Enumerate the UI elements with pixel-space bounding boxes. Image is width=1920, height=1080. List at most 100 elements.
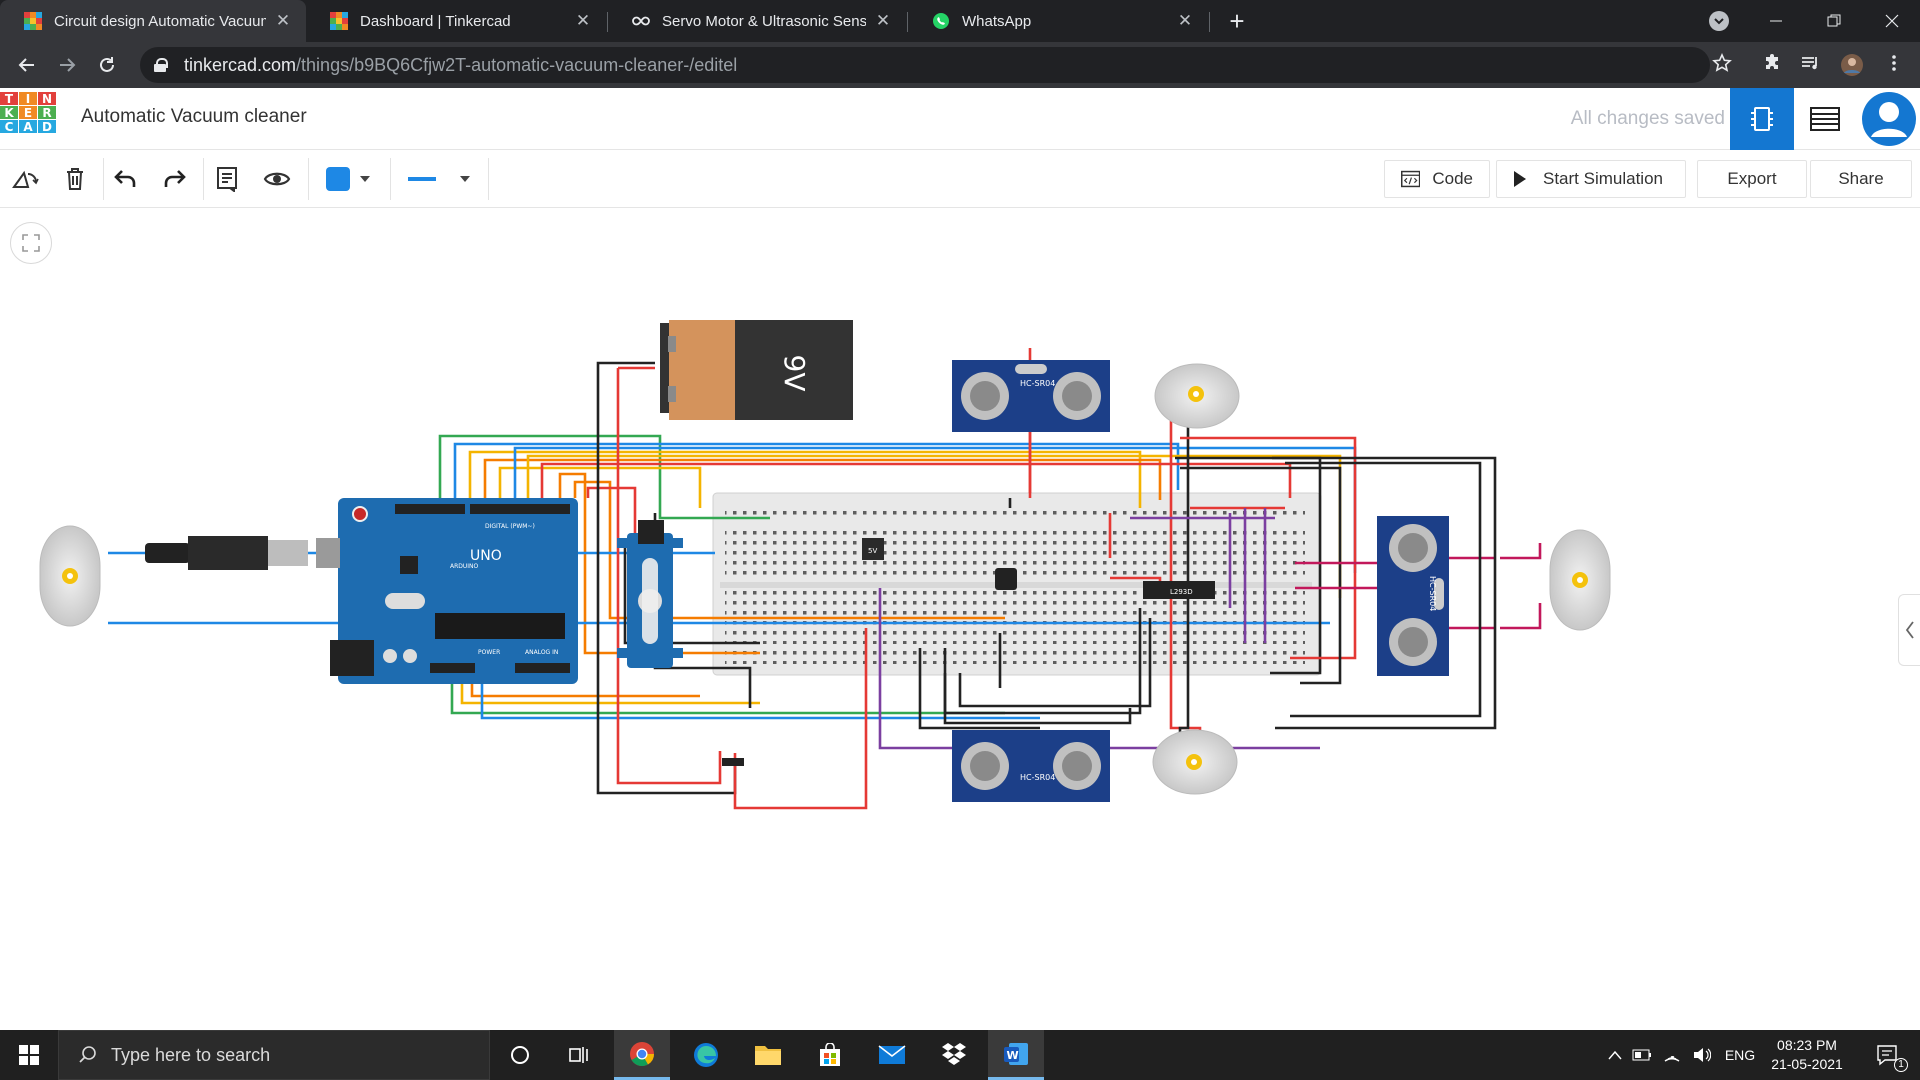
tab-servo-motor[interactable]: Servo Motor & Ultrasonic Sensor ✕ <box>608 0 906 42</box>
reload-icon[interactable] <box>92 50 122 80</box>
close-tab-icon[interactable]: ✕ <box>1176 12 1194 30</box>
component-list-button[interactable] <box>1794 88 1856 150</box>
battery-icon[interactable] <box>1630 1030 1654 1080</box>
dc-motor-left[interactable] <box>39 525 101 627</box>
dc-motor-bottom[interactable] <box>1152 729 1238 795</box>
rotate-icon[interactable] <box>8 162 42 196</box>
url-field[interactable]: tinkercad.com/things/b9BQ6Cfjw2T-automat… <box>140 47 1710 83</box>
share-button[interactable]: Share <box>1810 160 1912 198</box>
export-button[interactable]: Export <box>1697 160 1807 198</box>
chevron-down-icon <box>360 176 370 182</box>
taskbar-store[interactable] <box>802 1030 858 1080</box>
start-simulation-label: Start Simulation <box>1543 169 1663 188</box>
toolbar-divider <box>488 158 489 200</box>
tinkercad-icon <box>24 12 42 30</box>
notes-icon[interactable] <box>210 162 244 196</box>
save-status: All changes saved <box>1570 108 1725 129</box>
sensor-label: HC-SR04 <box>1428 576 1437 611</box>
close-window-icon[interactable] <box>1864 0 1920 42</box>
tray-overflow-icon[interactable] <box>1600 1030 1630 1080</box>
arduino-uno-board[interactable]: UNO ARDUINO DIGITAL (PWM~) POWER ANALOG … <box>316 498 578 684</box>
ultrasonic-sensor-right[interactable]: HC-SR04 <box>1377 516 1449 676</box>
usb-cable[interactable] <box>145 536 308 570</box>
volume-icon[interactable] <box>1690 1030 1714 1080</box>
ultrasonic-sensor-top[interactable]: HC-SR04 <box>952 360 1110 432</box>
side-panel-toggle[interactable] <box>1898 594 1920 666</box>
circuit-view-icon <box>1751 107 1773 131</box>
taskbar-word[interactable]: W <box>988 1030 1044 1080</box>
taskbar-mail[interactable] <box>864 1030 920 1080</box>
input-language[interactable]: ENG <box>1722 1030 1758 1080</box>
servo-motor[interactable] <box>617 520 683 668</box>
extensions-icon[interactable] <box>1760 53 1784 77</box>
tab-dashboard[interactable]: Dashboard | Tinkercad ✕ <box>306 0 606 42</box>
user-avatar[interactable] <box>1858 88 1920 150</box>
ultrasonic-sensor-bottom[interactable]: HC-SR04 <box>952 730 1110 802</box>
profile-avatar-icon[interactable] <box>1840 53 1864 77</box>
wire-type-picker[interactable] <box>400 162 476 196</box>
close-tab-icon[interactable]: ✕ <box>274 12 292 30</box>
share-label: Share <box>1838 169 1884 188</box>
windows-taskbar: Type here to search W ENG 08:23 PM 21-05… <box>0 1030 1920 1080</box>
logo-letter: N <box>38 92 56 106</box>
toolbar-divider <box>103 158 104 200</box>
minimize-icon[interactable] <box>1748 0 1804 42</box>
start-button[interactable] <box>0 1030 58 1080</box>
project-title[interactable]: Automatic Vacuum cleaner <box>81 106 307 128</box>
cortana-icon <box>511 1046 529 1064</box>
task-view-button[interactable] <box>552 1030 608 1080</box>
notes-visibility-icon[interactable] <box>260 162 294 196</box>
tinkercad-logo[interactable]: T I N K E R C A D <box>0 92 56 148</box>
circuit-view-button[interactable] <box>1730 88 1794 150</box>
windows-logo-icon <box>19 1045 39 1065</box>
chrome-icon <box>630 1041 654 1066</box>
notification-center-button[interactable]: 1 <box>1868 1030 1908 1080</box>
battery-9v[interactable]: 9V <box>660 320 853 420</box>
wire-color-picker[interactable] <box>318 162 378 196</box>
delete-icon[interactable] <box>58 162 92 196</box>
slide-switch[interactable] <box>722 758 744 766</box>
start-simulation-button[interactable]: Start Simulation <box>1496 160 1686 198</box>
back-icon[interactable] <box>12 50 42 80</box>
wifi-icon[interactable] <box>1660 1030 1684 1080</box>
undo-icon[interactable] <box>108 162 142 196</box>
export-label: Export <box>1727 169 1777 188</box>
restore-icon[interactable] <box>1806 0 1862 42</box>
arduino-label: UNO <box>470 548 502 564</box>
taskbar-dropbox[interactable] <box>926 1030 982 1080</box>
user-icon <box>1862 92 1916 146</box>
tab-search-icon[interactable] <box>1709 11 1729 31</box>
code-button[interactable]: Code <box>1384 160 1490 198</box>
motor-driver-l293d[interactable]: L293D <box>1143 581 1215 599</box>
url-path: /things/b9BQ6Cfjw2T-automatic-vacuum-cle… <box>296 54 738 75</box>
transistor[interactable] <box>995 568 1017 590</box>
chevron-left-icon <box>1905 621 1914 639</box>
tinkercad-icon <box>330 12 348 30</box>
taskbar-search-box[interactable]: Type here to search <box>58 1030 490 1080</box>
bookmark-star-icon[interactable] <box>1710 53 1734 77</box>
voltage-regulator[interactable]: 5V <box>862 538 884 560</box>
taskbar-edge[interactable] <box>678 1030 734 1080</box>
taskbar-file-explorer[interactable] <box>740 1030 796 1080</box>
media-control-icon[interactable] <box>1798 53 1822 77</box>
search-icon <box>79 1046 96 1063</box>
toolbar-divider <box>390 158 391 200</box>
task-view-icon <box>569 1047 588 1063</box>
taskbar-clock[interactable]: 08:23 PM 21-05-2021 <box>1762 1036 1852 1074</box>
notification-count: 1 <box>1894 1058 1908 1072</box>
close-tab-icon[interactable]: ✕ <box>874 12 892 30</box>
sensor-label: HC-SR04 <box>1020 773 1055 782</box>
close-tab-icon[interactable]: ✕ <box>574 12 592 30</box>
tab-whatsapp[interactable]: WhatsApp ✕ <box>908 0 1208 42</box>
cortana-button[interactable] <box>492 1030 548 1080</box>
dc-motor-top[interactable] <box>1154 363 1240 429</box>
redo-icon[interactable] <box>158 162 192 196</box>
taskbar-chrome[interactable] <box>614 1030 670 1080</box>
tab-circuit-design[interactable]: Circuit design Automatic Vacuum ✕ <box>0 0 306 42</box>
circuit-canvas[interactable]: 9V UNO ARDUINO DIGITAL (PWM~) POWER ANAL… <box>0 208 1920 1030</box>
new-tab-button[interactable]: + <box>1222 6 1252 36</box>
dc-motor-right[interactable] <box>1549 529 1611 631</box>
browser-menu-icon[interactable] <box>1882 53 1906 77</box>
forward-icon[interactable] <box>52 50 82 80</box>
tab-title: WhatsApp <box>962 12 1032 30</box>
